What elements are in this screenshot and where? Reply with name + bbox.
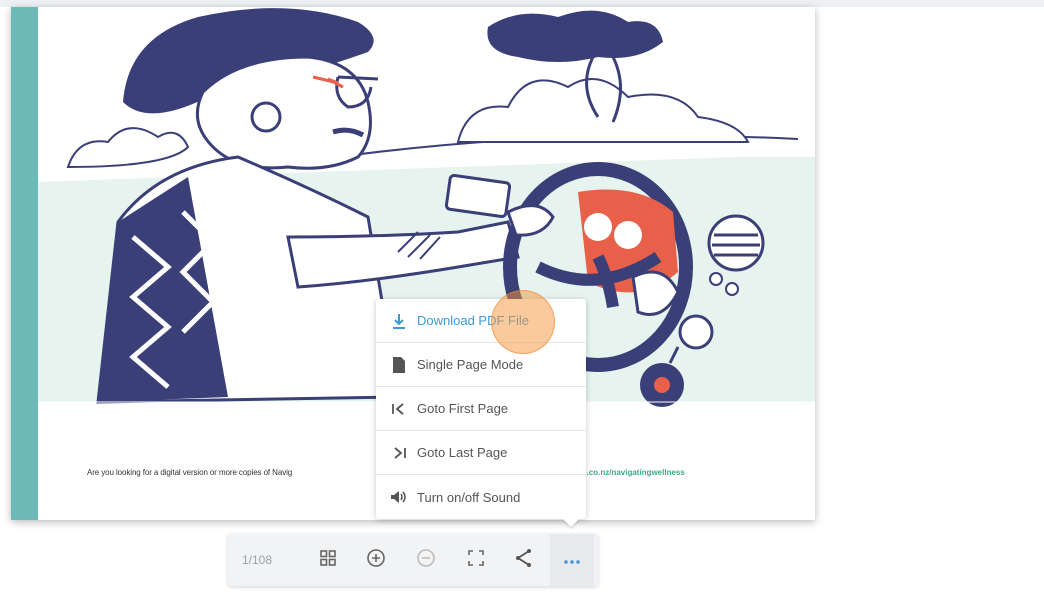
zoom-out-button[interactable]	[404, 534, 448, 586]
last-page-icon	[390, 444, 408, 462]
menu-item-goto-last-page[interactable]: Goto Last Page	[376, 431, 586, 475]
share-icon	[514, 548, 534, 573]
more-options-button[interactable]	[550, 534, 594, 586]
page-counter: 1/108	[242, 553, 273, 567]
menu-pointer	[563, 519, 579, 527]
fullscreen-icon	[467, 549, 485, 572]
footer-text: Are you looking for a digital version or…	[87, 468, 293, 477]
document-icon	[390, 356, 408, 374]
menu-item-toggle-sound[interactable]: Turn on/off Sound	[376, 475, 586, 519]
thumbnails-button[interactable]	[306, 534, 350, 586]
speaker-icon	[390, 488, 408, 506]
download-icon	[390, 312, 408, 330]
menu-item-goto-first-page[interactable]: Goto First Page	[376, 387, 586, 431]
more-icon	[564, 551, 580, 569]
menu-item-label: Turn on/off Sound	[417, 489, 521, 505]
page-edge-strip	[11, 7, 38, 520]
menu-item-label: Goto Last Page	[417, 445, 508, 460]
first-page-icon	[390, 400, 408, 418]
menu-item-label: Single Page Mode	[417, 357, 524, 372]
viewer-top-bar	[0, 0, 1044, 7]
click-indicator	[491, 290, 555, 354]
thumbnails-icon	[319, 549, 337, 572]
footer-link[interactable]: th.co.nz/navigatingwellness	[579, 468, 685, 477]
share-button[interactable]	[502, 534, 546, 586]
zoom-in-button[interactable]	[354, 534, 398, 586]
fullscreen-button[interactable]	[454, 534, 498, 586]
menu-item-label: Goto First Page	[417, 401, 509, 416]
zoom-out-icon	[416, 548, 436, 573]
viewer-toolbar: 1/108	[228, 534, 598, 586]
menu-item-single-page-mode[interactable]: Single Page Mode	[376, 343, 586, 387]
zoom-in-icon	[366, 548, 386, 573]
more-options-menu: Download PDF File Single Page Mode Goto …	[376, 299, 586, 519]
